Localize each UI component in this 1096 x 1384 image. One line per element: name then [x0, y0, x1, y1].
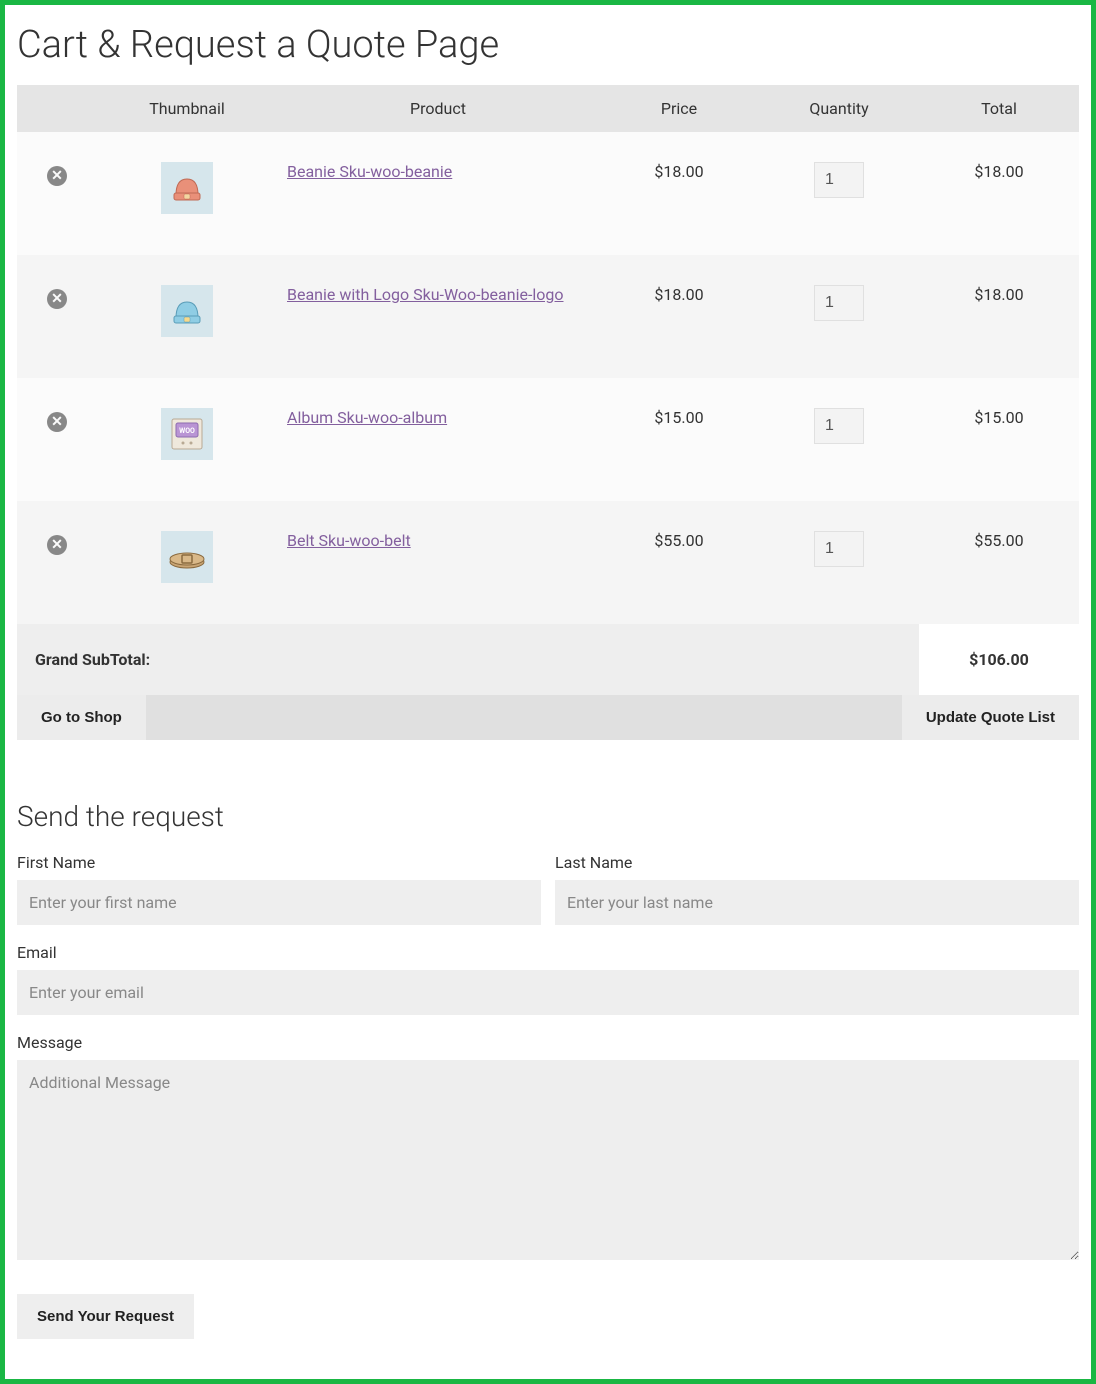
update-quote-button[interactable]: Update Quote List [902, 695, 1079, 740]
product-link[interactable]: Belt Sku-woo-belt [287, 531, 411, 550]
remove-icon[interactable]: ✕ [47, 289, 67, 309]
item-price: $15.00 [599, 378, 759, 501]
header-total: Total [919, 85, 1079, 132]
send-request-title: Send the request [17, 800, 1079, 833]
item-total: $18.00 [919, 255, 1079, 378]
product-link[interactable]: Album Sku-woo-album [287, 408, 447, 427]
quantity-input[interactable] [814, 162, 864, 198]
item-total: $15.00 [919, 378, 1079, 501]
header-product: Product [277, 85, 599, 132]
product-link[interactable]: Beanie Sku-woo-beanie [287, 162, 452, 181]
quantity-input[interactable] [814, 531, 864, 567]
last-name-label: Last Name [555, 853, 1079, 872]
last-name-input[interactable] [555, 880, 1079, 925]
grand-subtotal-value: $106.00 [919, 624, 1079, 695]
quantity-input[interactable] [814, 408, 864, 444]
page-title: Cart & Request a Quote Page [17, 23, 1079, 67]
product-thumbnail[interactable] [161, 531, 213, 583]
header-thumbnail: Thumbnail [97, 85, 277, 132]
table-row: ✕ Belt Sku-woo-belt $55.00 $55.00 [17, 501, 1079, 624]
product-thumbnail[interactable] [161, 408, 213, 460]
product-thumbnail[interactable] [161, 285, 213, 337]
table-row: ✕ Beanie Sku-woo-beanie $18.00 $18.00 [17, 132, 1079, 255]
header-quantity: Quantity [759, 85, 919, 132]
remove-icon[interactable]: ✕ [47, 535, 67, 555]
cart-table: Thumbnail Product Price Quantity Total ✕… [17, 85, 1079, 740]
item-price: $55.00 [599, 501, 759, 624]
message-label: Message [17, 1033, 1079, 1052]
remove-icon[interactable]: ✕ [47, 166, 67, 186]
email-label: Email [17, 943, 1079, 962]
table-row: ✕ Beanie with Logo Sku-Woo-beanie-logo $18… [17, 255, 1079, 378]
product-thumbnail[interactable] [161, 162, 213, 214]
quantity-input[interactable] [814, 285, 864, 321]
first-name-input[interactable] [17, 880, 541, 925]
grand-subtotal-label: Grand SubTotal: [17, 624, 919, 695]
item-total: $55.00 [919, 501, 1079, 624]
item-price: $18.00 [599, 255, 759, 378]
remove-icon[interactable]: ✕ [47, 412, 67, 432]
item-total: $18.00 [919, 132, 1079, 255]
table-row: ✕ Album Sku-woo-album $15.00 $15.00 [17, 378, 1079, 501]
header-price: Price [599, 85, 759, 132]
product-link[interactable]: Beanie with Logo Sku-Woo-beanie-logo [287, 285, 564, 304]
message-textarea[interactable] [17, 1060, 1079, 1260]
first-name-label: First Name [17, 853, 541, 872]
email-input[interactable] [17, 970, 1079, 1015]
go-to-shop-button[interactable]: Go to Shop [17, 695, 146, 740]
send-request-button[interactable]: Send Your Request [17, 1294, 194, 1339]
item-price: $18.00 [599, 132, 759, 255]
